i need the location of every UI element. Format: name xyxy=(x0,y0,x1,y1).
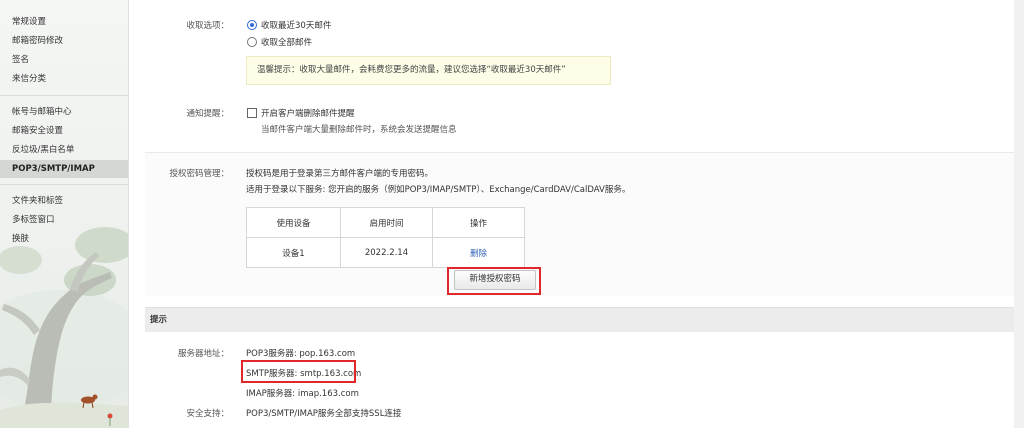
column-header-device: 使用设备 xyxy=(246,207,341,238)
delete-link[interactable]: 删除 xyxy=(470,249,487,259)
column-header-time: 启用时间 xyxy=(340,207,433,238)
scrollbar[interactable] xyxy=(1014,0,1024,428)
highlight-box-new-button xyxy=(447,267,541,295)
sidebar-item-pop3[interactable]: POP3/SMTP/IMAP xyxy=(0,160,128,178)
sidebar-item-spam[interactable]: 反垃圾/黑白名单 xyxy=(0,141,128,159)
time-cell: 2022.2.14 xyxy=(340,237,433,268)
notify-delete-checkbox[interactable] xyxy=(247,108,257,118)
sidebar-divider xyxy=(0,184,128,185)
notify-label: 通知提醒： xyxy=(186,109,229,119)
security-support-text: POP3/SMTP/IMAP服务全部支持SSL连接 xyxy=(246,409,402,419)
auth-description-2: 适用于登录以下服务: 您开启的服务（例如POP3/IMAP/SMTP）、Exch… xyxy=(246,185,631,195)
settings-main: 收取选项： 收取最近30天邮件 收取全部邮件 温馨提示：收取大量邮件，会耗费您更… xyxy=(129,0,1024,428)
sidebar-item-signature[interactable]: 签名 xyxy=(0,51,128,69)
hint-title: 提示 xyxy=(150,315,168,325)
server-address-label: 服务器地址： xyxy=(177,349,229,359)
auth-table: 使用设备 启用时间 操作 设备1 2022.2.14 删除 xyxy=(246,207,525,268)
receive-all-label[interactable]: 收取全部邮件 xyxy=(261,36,312,48)
table-header-row: 使用设备 启用时间 操作 xyxy=(246,207,525,238)
notify-description: 当邮件客户端大量删除邮件时，系统会发送提醒信息 xyxy=(261,125,457,135)
sidebar-tree-illustration xyxy=(0,227,128,428)
sidebar-item-account-center[interactable]: 帐号与邮箱中心 xyxy=(0,103,128,121)
notify-delete-checkbox-label[interactable]: 开启客户端删除邮件提醒 xyxy=(261,107,355,119)
security-support-label: 安全支持： xyxy=(186,409,229,419)
sidebar-item-password[interactable]: 邮箱密码修改 xyxy=(0,32,128,50)
receive-30days-label[interactable]: 收取最近30天邮件 xyxy=(261,19,331,31)
hint-header: 提示 xyxy=(145,307,1024,332)
table-row: 设备1 2022.2.14 删除 xyxy=(246,237,525,268)
receive-30days-radio[interactable] xyxy=(247,20,257,30)
highlight-box-smtp xyxy=(241,360,356,383)
sidebar-item-security[interactable]: 邮箱安全设置 xyxy=(0,122,128,140)
receive-options-label: 收取选项： xyxy=(186,21,229,31)
action-cell: 删除 xyxy=(432,237,525,268)
auth-description-1: 授权码是用于登录第三方邮件客户端的专用密码。 xyxy=(246,169,434,179)
column-header-action: 操作 xyxy=(432,207,525,238)
sidebar-item-folders[interactable]: 文件夹和标签 xyxy=(0,192,128,210)
sidebar-item-mail-filter[interactable]: 来信分类 xyxy=(0,70,128,88)
receive-tip-box: 温馨提示：收取大量邮件，会耗费您更多的流量，建议您选择“收取最近30天邮件” xyxy=(246,56,611,85)
settings-sidebar: 常规设置 邮箱密码修改 签名 来信分类 帐号与邮箱中心 邮箱安全设置 反垃圾/黑… xyxy=(0,0,129,428)
receive-all-radio[interactable] xyxy=(247,37,257,47)
pop3-server: POP3服务器: pop.163.com xyxy=(246,349,356,359)
device-cell: 设备1 xyxy=(246,237,341,268)
sidebar-item-general[interactable]: 常规设置 xyxy=(0,13,128,31)
imap-server: IMAP服务器: imap.163.com xyxy=(246,389,359,399)
sidebar-divider xyxy=(0,95,128,96)
auth-label: 授权密码管理： xyxy=(169,169,229,179)
